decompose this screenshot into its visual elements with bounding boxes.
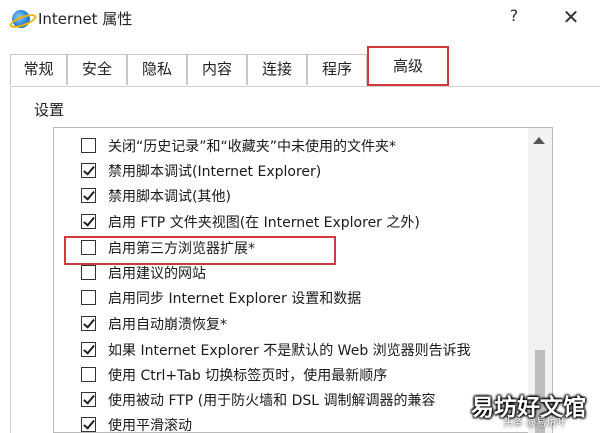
- tab-general[interactable]: 常规: [10, 54, 67, 85]
- checkbox[interactable]: [81, 290, 96, 305]
- close-button[interactable]: ✕: [558, 3, 584, 31]
- tab-connections[interactable]: 连接: [247, 54, 307, 85]
- checkbox[interactable]: [81, 188, 96, 203]
- window-title: Internet 属性: [38, 10, 133, 28]
- help-button[interactable]: ?: [506, 6, 522, 28]
- checkbox[interactable]: [81, 342, 96, 357]
- list-item[interactable]: 启用同步 Internet Explorer 设置和数据: [54, 286, 534, 311]
- checkbox[interactable]: [81, 163, 96, 178]
- list-item[interactable]: 禁用脚本调试(Internet Explorer): [54, 159, 534, 184]
- settings-group-label: 设置: [34, 101, 65, 119]
- checkbox[interactable]: [81, 367, 96, 382]
- list-item[interactable]: 如果 Internet Explorer 不是默认的 Web 浏览器则告诉我: [54, 338, 534, 363]
- tab-privacy[interactable]: 隐私: [127, 54, 187, 85]
- checkbox[interactable]: [81, 417, 96, 432]
- checkbox[interactable]: [81, 316, 96, 331]
- tab-advanced[interactable]: 高级: [367, 46, 449, 86]
- list-item[interactable]: 启用 FTP 文件夹视图(在 Internet Explorer 之外): [54, 210, 534, 235]
- checkbox[interactable]: [81, 265, 96, 280]
- checkbox[interactable]: [81, 214, 96, 229]
- list-item[interactable]: 使用 Ctrl+Tab 切换标签页时，使用最新顺序: [54, 363, 534, 388]
- tab-programs[interactable]: 程序: [307, 54, 367, 85]
- list-item[interactable]: 关闭“历史记录”和“收藏夹”中未使用的文件夹*: [54, 134, 534, 159]
- checkbox[interactable]: [81, 138, 96, 153]
- scroll-up-arrow-icon[interactable]: [533, 137, 545, 144]
- watermark: 易坊好文馆 头条 @易坊叶: [471, 395, 586, 429]
- tab-strip: 常规 安全 隐私 内容 连接 程序 高级: [0, 46, 600, 86]
- checkbox[interactable]: [81, 392, 96, 407]
- tab-security[interactable]: 安全: [67, 54, 127, 85]
- tab-content[interactable]: 内容: [187, 54, 247, 85]
- highlight-annotation-box: [64, 236, 336, 265]
- internet-explorer-icon: [12, 10, 30, 28]
- list-item[interactable]: 启用自动崩溃恢复*: [54, 312, 534, 337]
- title-bar: Internet 属性 ? ✕: [0, 0, 600, 38]
- list-item[interactable]: 禁用脚本调试(其他): [54, 184, 534, 209]
